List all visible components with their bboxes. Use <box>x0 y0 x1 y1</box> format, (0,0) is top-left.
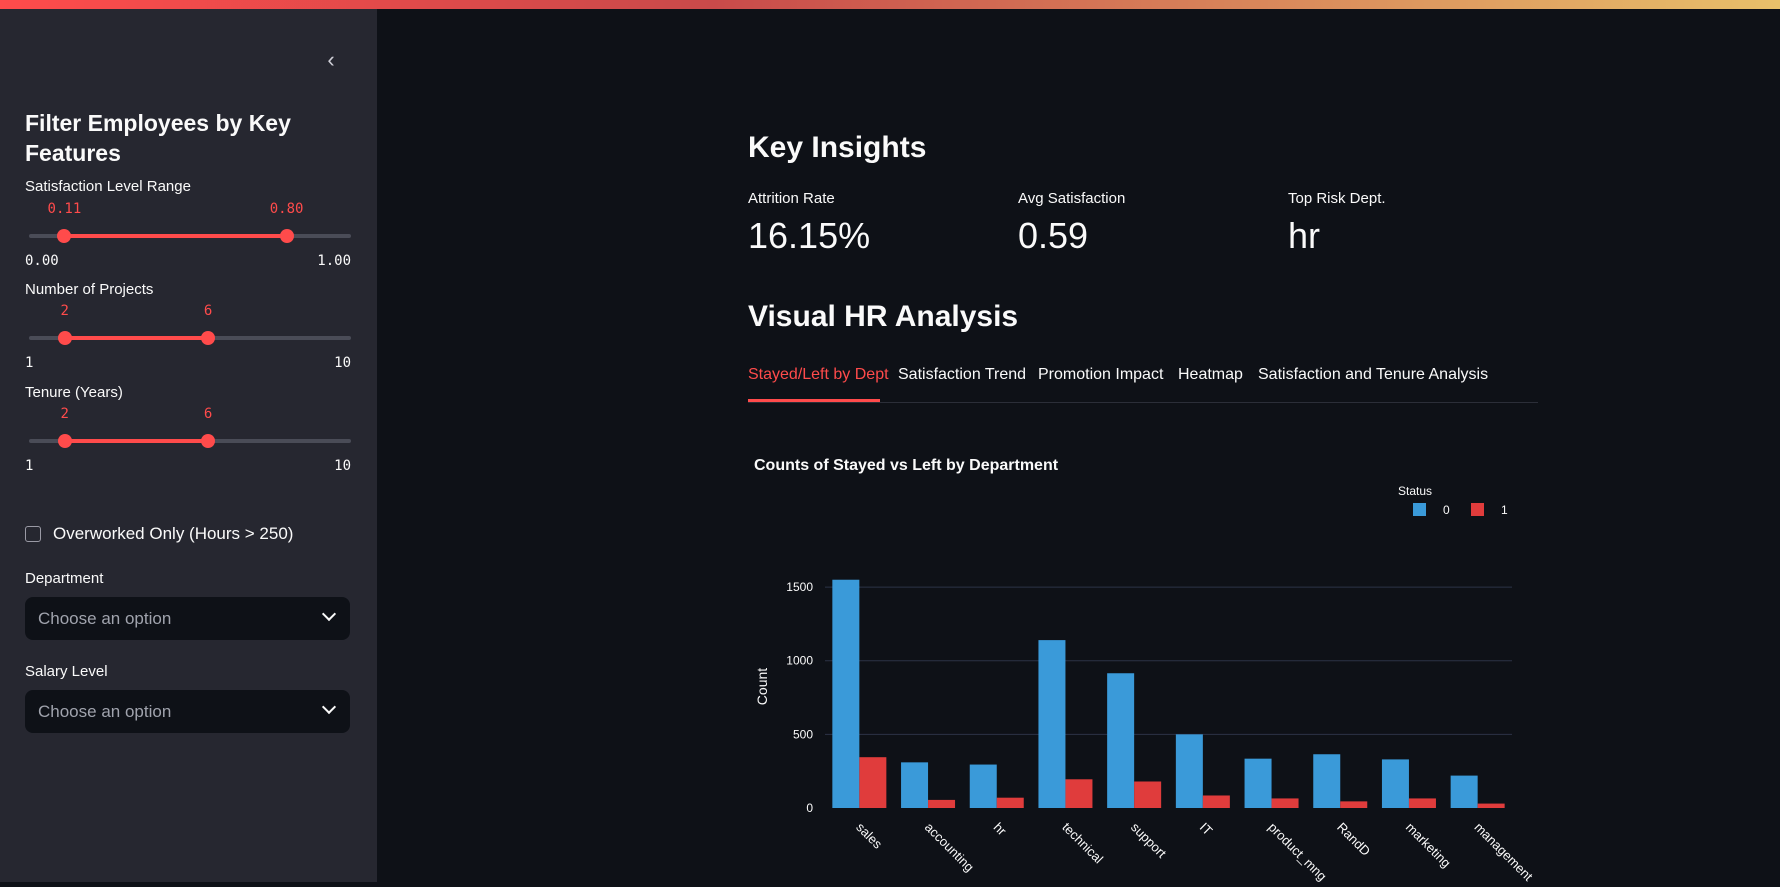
slider-min: 1 <box>25 355 34 371</box>
salary-select[interactable]: Choose an option <box>25 690 350 733</box>
legend-label-0: 0 <box>1443 503 1450 517</box>
visual-analysis-heading: Visual HR Analysis <box>748 300 1019 333</box>
legend-swatch-0 <box>1413 503 1426 516</box>
x-tick-label: management <box>1472 820 1537 882</box>
salary-select-placeholder: Choose an option <box>38 702 172 721</box>
y-tick-label: 1500 <box>786 580 813 594</box>
bar-sales-status-1 <box>859 757 887 808</box>
y-tick-label: 0 <box>806 801 813 815</box>
bar-technical-status-1 <box>1065 779 1093 808</box>
tab-heatmap[interactable]: Heatmap <box>1178 366 1243 384</box>
tab-promotion-impact[interactable]: Promotion Impact <box>1038 366 1163 384</box>
slider-min: 0.00 <box>25 253 59 269</box>
bar-accounting-status-1 <box>928 799 956 808</box>
metric-label-attrition: Attrition Rate <box>748 190 835 207</box>
legend-label-1: 1 <box>1501 503 1508 517</box>
slider-value-low: 2 <box>60 406 69 422</box>
y-tick-label: 1000 <box>786 654 813 668</box>
sidebar-title: Filter Employees by Key Features <box>25 110 291 166</box>
bar-IT-status-1 <box>1202 795 1230 808</box>
x-tick-label: IT <box>1197 820 1216 839</box>
projects-slider-label: Number of Projects <box>25 281 154 298</box>
tab-satisfaction-trend[interactable]: Satisfaction Trend <box>898 366 1026 384</box>
bar-management-status-1 <box>1477 803 1505 808</box>
slider-thumb-low[interactable] <box>57 229 72 243</box>
slider-value-high: 6 <box>203 406 213 422</box>
chart-title: Counts of Stayed vs Left by Department <box>754 457 1059 474</box>
slider-value-high: 6 <box>203 303 213 319</box>
overworked-checkbox-label: Overworked Only (Hours > 250) <box>53 524 294 543</box>
chevron-down-icon <box>321 606 337 622</box>
slider-thumb-low[interactable] <box>57 434 72 448</box>
metric-value-top-risk: hr <box>1288 215 1321 256</box>
y-axis-label: Count <box>754 668 770 705</box>
legend-title: Status <box>1398 484 1432 498</box>
x-tick-label: marketing <box>1403 820 1454 871</box>
bar-marketing-status-1 <box>1408 798 1436 808</box>
chevron-down-icon <box>321 699 337 715</box>
key-insights-heading: Key Insights <box>748 131 927 164</box>
bar-product_mng-status-1 <box>1271 798 1299 808</box>
slider-value-low: 2 <box>60 303 69 319</box>
tenure-range-slider[interactable]: 2 6 1 10 <box>25 406 351 474</box>
chevron-left-icon[interactable]: ‹ <box>318 47 344 73</box>
bar-management-status-0 <box>1450 775 1478 808</box>
metric-value-satisfaction: 0.59 <box>1018 215 1089 256</box>
legend-swatch-1 <box>1471 503 1484 516</box>
slider-fill <box>64 234 287 238</box>
metric-label-top-risk: Top Risk Dept. <box>1288 190 1386 207</box>
salary-label: Salary Level <box>25 663 108 680</box>
bar-technical-status-0 <box>1038 640 1066 808</box>
department-label: Department <box>25 570 104 587</box>
overworked-checkbox[interactable]: Overworked Only (Hours > 250) <box>25 522 293 546</box>
header-decoration-bar <box>0 0 1780 9</box>
metric-label-satisfaction: Avg Satisfaction <box>1018 190 1126 207</box>
x-tick-label: support <box>1128 820 1170 862</box>
bar-hr-status-1 <box>996 797 1024 808</box>
slider-max: 1.00 <box>317 253 351 269</box>
checkbox-box[interactable] <box>25 526 41 542</box>
department-select[interactable]: Choose an option <box>25 597 350 640</box>
bar-product_mng-status-0 <box>1244 758 1272 808</box>
tenure-slider-label: Tenure (Years) <box>25 384 123 401</box>
slider-thumb-low[interactable] <box>57 331 72 345</box>
bar-accounting-status-0 <box>901 762 929 808</box>
satisfaction-range-slider[interactable]: 0.11 0.80 0.00 1.00 <box>25 201 351 269</box>
slider-fill <box>64 336 209 340</box>
tab-stayed-left[interactable]: Stayed/Left by Dept <box>748 366 889 384</box>
projects-range-slider[interactable]: 2 6 1 10 <box>25 303 351 371</box>
bar-RandD-status-1 <box>1340 801 1368 808</box>
bar-hr-status-0 <box>969 764 997 808</box>
x-tick-label: hr <box>991 820 1010 839</box>
y-tick-label: 500 <box>793 727 813 741</box>
x-tick-label: RandD <box>1334 820 1373 859</box>
bar-support-status-1 <box>1134 781 1162 808</box>
slider-thumb-high[interactable] <box>201 434 216 448</box>
x-tick-label: product_mng <box>1265 820 1329 882</box>
tab-satisfaction-tenure[interactable]: Satisfaction and Tenure Analysis <box>1258 366 1488 384</box>
x-tick-label: sales <box>853 820 885 852</box>
slider-thumb-high[interactable] <box>279 229 294 243</box>
slider-thumb-high[interactable] <box>201 331 216 345</box>
slider-fill <box>64 439 209 443</box>
x-tick-label: technical <box>1059 820 1106 867</box>
bar-marketing-status-0 <box>1381 759 1409 808</box>
slider-min: 1 <box>25 458 34 474</box>
bar-sales-status-0 <box>832 579 860 808</box>
satisfaction-slider-label: Satisfaction Level Range <box>25 178 191 195</box>
bar-IT-status-0 <box>1175 734 1203 808</box>
x-tick-label: accounting <box>922 820 977 875</box>
bar-RandD-status-0 <box>1313 754 1341 808</box>
metric-value-attrition: 16.15% <box>748 215 871 256</box>
department-select-placeholder: Choose an option <box>38 609 172 628</box>
department-bar-chart: Counts of Stayed vs Left by Department 0… <box>745 445 1545 884</box>
chart-svg: 0 500 1000 1500 Count sales accounting hr techni… <box>754 484 1537 884</box>
bar-support-status-0 <box>1107 673 1135 808</box>
tab-bar: Stayed/Left by Dept Satisfaction Trend P… <box>748 366 1538 403</box>
slider-value-high: 0.80 <box>269 201 304 217</box>
active-tab-indicator <box>748 399 880 402</box>
slider-max: 10 <box>334 458 351 474</box>
slider-value-low: 0.11 <box>47 201 82 217</box>
slider-max: 10 <box>334 355 351 371</box>
